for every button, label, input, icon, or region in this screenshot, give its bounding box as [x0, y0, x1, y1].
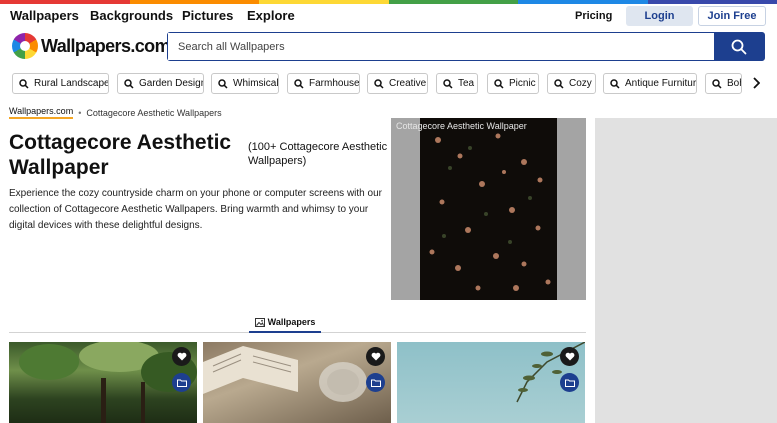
tags-next-button[interactable] [749, 75, 763, 91]
tag-chip-label: Picnic [509, 78, 536, 89]
pricing-link[interactable]: Pricing [575, 10, 612, 22]
breadcrumb-home[interactable]: Wallpapers.com [9, 106, 74, 119]
logo-icon [12, 33, 38, 59]
breadcrumb-separator: • [78, 107, 82, 118]
wallpaper-thumbnail[interactable] [397, 342, 585, 423]
featured-wallpaper-preview[interactable]: Cottagecore Aesthetic Wallpaper [391, 118, 586, 300]
tag-chip[interactable]: Farmhouse [287, 73, 360, 94]
add-to-collection-button[interactable] [560, 373, 579, 392]
search-icon [712, 78, 722, 89]
search-icon [731, 39, 747, 54]
join-free-button[interactable]: Join Free [698, 6, 766, 26]
search-input[interactable] [168, 33, 714, 60]
tag-chip[interactable]: Rural Landscapes [12, 73, 109, 94]
tag-chip-label: Whimsical [233, 78, 279, 89]
tag-chip[interactable]: Picnic [487, 73, 539, 94]
image-icon [254, 317, 265, 327]
top-navigation: Wallpapers Backgrounds Pictures Explore … [0, 4, 777, 28]
nav-explore[interactable]: Explore [247, 8, 295, 23]
folder-icon [564, 379, 575, 387]
page-description: Experience the cozy countryside charm on… [9, 188, 382, 231]
nav-pictures[interactable]: Pictures [182, 8, 233, 23]
chevron-right-icon [753, 77, 760, 89]
wallpaper-count: (100+ Cottagecore Aesthetic Wallpapers) [248, 141, 388, 167]
search-icon [19, 78, 29, 89]
tag-chip-label: Cozy [569, 78, 592, 89]
book-and-glass-scene [203, 346, 367, 402]
tag-chip-label: Tea [458, 78, 475, 89]
heart-icon [177, 352, 186, 361]
tag-chip-label: Farmhouse [309, 78, 360, 89]
search-icon [294, 78, 304, 89]
favorite-button[interactable] [366, 347, 385, 366]
tag-chip-label: Garden Design [139, 78, 204, 89]
search-icon [124, 78, 134, 89]
folder-icon [176, 379, 187, 387]
search-icon [218, 78, 228, 89]
wallpaper-thumbnail[interactable] [203, 342, 391, 423]
favorite-button[interactable] [560, 347, 579, 366]
tag-chip-label: Antique Furniture [625, 78, 697, 89]
add-to-collection-button[interactable] [366, 373, 385, 392]
tag-chip[interactable]: Creative [367, 73, 428, 94]
featured-wallpaper-image [420, 118, 557, 300]
related-tags: Rural Landscapes Garden Design Whimsical… [12, 73, 742, 94]
logo-text: Wallpapers.com [41, 35, 171, 56]
heart-icon [371, 352, 380, 361]
tab-wallpapers[interactable]: Wallpapers [249, 313, 321, 333]
tag-chip-label: Rural Landscapes [34, 78, 109, 89]
ad-placeholder [595, 118, 777, 423]
forest-scene [19, 342, 197, 423]
search-icon [443, 78, 453, 89]
wallpaper-thumbnail[interactable] [9, 342, 197, 423]
sky-branches-scene [516, 342, 585, 403]
breadcrumb: Wallpapers.com • Cottagecore Aesthetic W… [9, 106, 222, 119]
tag-chip[interactable]: Cozy [547, 73, 596, 94]
search-button[interactable] [714, 33, 764, 60]
login-button[interactable]: Login [626, 6, 693, 26]
heart-icon [565, 352, 574, 361]
folder-icon [370, 379, 381, 387]
favorite-button[interactable] [172, 347, 191, 366]
flower-pattern [429, 133, 551, 291]
tag-chip[interactable]: Garden Design [117, 73, 204, 94]
tag-chip-label: Creative [389, 78, 427, 89]
search-icon [610, 78, 620, 89]
tag-chip[interactable]: Tea [436, 73, 478, 94]
search-icon [374, 78, 384, 89]
tag-chip[interactable]: Antique Furniture [603, 73, 697, 94]
add-to-collection-button[interactable] [172, 373, 191, 392]
search-bar [167, 32, 765, 61]
tab-label: Wallpapers [267, 317, 316, 327]
tag-chip-label: Boho [727, 78, 741, 89]
search-icon [494, 78, 504, 89]
breadcrumb-current: Cottagecore Aesthetic Wallpapers [86, 107, 222, 118]
tag-chip[interactable]: Whimsical [211, 73, 279, 94]
tag-chip[interactable]: Boho [705, 73, 742, 94]
page-title: Cottagecore Aesthetic Wallpaper [9, 131, 232, 179]
preview-label: Cottagecore Aesthetic Wallpaper [396, 121, 527, 131]
nav-backgrounds[interactable]: Backgrounds [90, 8, 173, 23]
site-logo[interactable]: Wallpapers.com [12, 33, 171, 59]
search-icon [554, 78, 564, 89]
nav-wallpapers[interactable]: Wallpapers [10, 8, 79, 23]
